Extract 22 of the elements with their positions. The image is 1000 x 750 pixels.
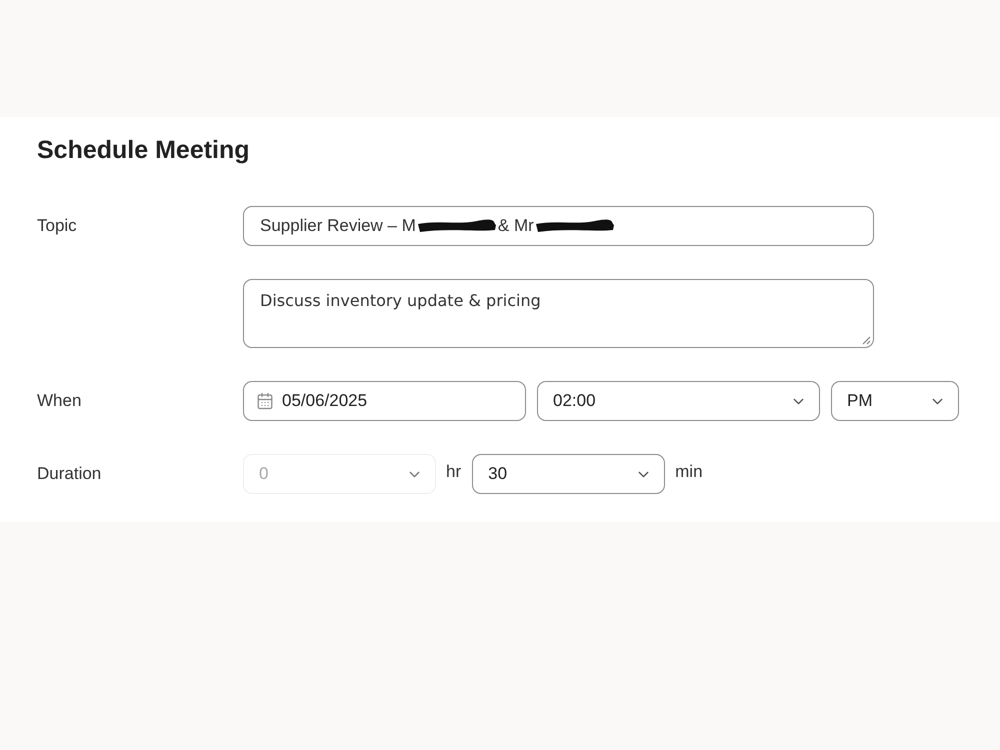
description-text: Discuss inventory update & pricing xyxy=(260,291,541,310)
time-select[interactable]: 02:00 xyxy=(537,381,820,421)
calendar-icon xyxy=(256,392,274,410)
form-title: Schedule Meeting xyxy=(37,135,250,165)
select-value: 02:00 xyxy=(553,390,596,412)
topic-field[interactable]: Supplier Review – M & Mr xyxy=(243,206,874,246)
topic-text: Supplier Review – M xyxy=(260,215,416,238)
topic-text: & Mr xyxy=(498,215,534,238)
date-value: 05/06/2025 xyxy=(282,390,368,412)
minutes-select[interactable]: 30 xyxy=(472,454,666,494)
unit-label: min xyxy=(675,461,703,484)
description-field[interactable]: Discuss inventory update & pricing xyxy=(243,279,874,348)
select-value: PM xyxy=(847,390,872,412)
field-label: Topic xyxy=(37,216,77,235)
select-value: 30 xyxy=(488,463,508,486)
period-select[interactable]: PM xyxy=(831,381,959,421)
resize-grip-icon xyxy=(862,336,871,345)
date-field[interactable]: 05/06/2025 xyxy=(243,381,526,421)
select-value: 0 xyxy=(259,463,268,486)
unit-label: hr xyxy=(446,461,462,484)
field-label: When xyxy=(37,391,82,410)
field-label: Duration xyxy=(37,464,102,483)
